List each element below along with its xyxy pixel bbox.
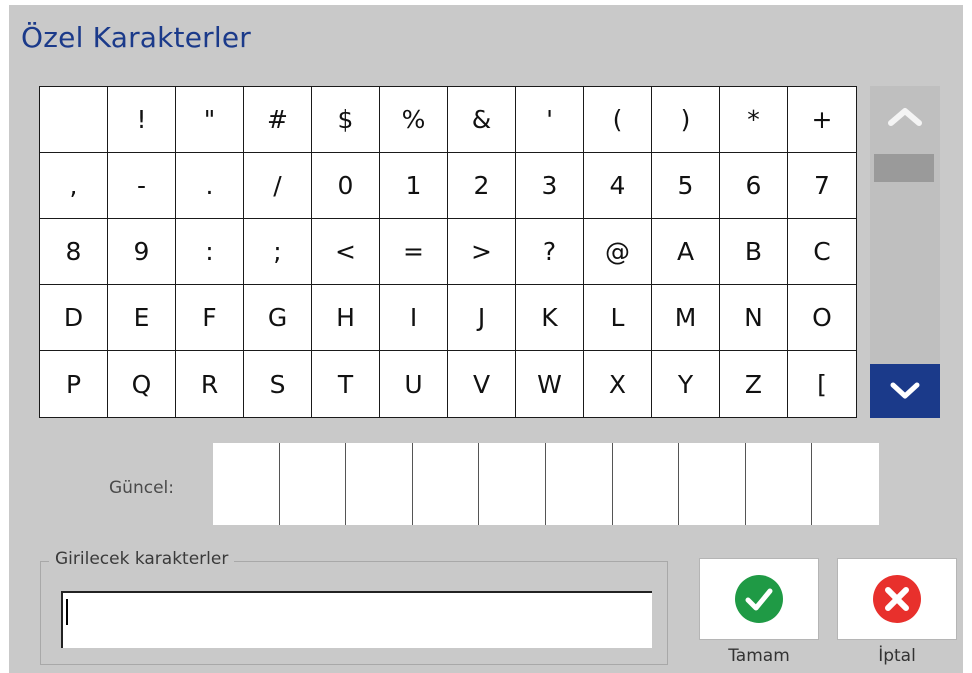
character-cell[interactable]: ! bbox=[108, 87, 176, 153]
close-icon bbox=[873, 575, 921, 623]
character-cell[interactable]: / bbox=[244, 153, 312, 219]
scroll-thumb[interactable] bbox=[874, 154, 934, 182]
character-cell[interactable]: R bbox=[176, 351, 244, 417]
character-cell[interactable]: ) bbox=[652, 87, 720, 153]
chevron-up-icon bbox=[888, 108, 922, 126]
entry-group: Girilecek karakterler bbox=[40, 549, 668, 665]
character-cell[interactable]: + bbox=[788, 87, 856, 153]
current-character-slot bbox=[746, 443, 813, 525]
character-cell[interactable]: C bbox=[788, 219, 856, 285]
character-cell[interactable]: 0 bbox=[312, 153, 380, 219]
dialog-title: Özel Karakterler bbox=[21, 21, 251, 54]
character-cell[interactable]: < bbox=[312, 219, 380, 285]
chevron-down-icon bbox=[890, 382, 920, 399]
character-cell[interactable]: A bbox=[652, 219, 720, 285]
entry-legend: Girilecek karakterler bbox=[49, 549, 235, 569]
current-character-slot bbox=[346, 443, 413, 525]
character-cell[interactable]: F bbox=[176, 285, 244, 351]
character-cell[interactable]: G bbox=[244, 285, 312, 351]
ok-button[interactable] bbox=[699, 558, 819, 640]
character-cell[interactable]: > bbox=[448, 219, 516, 285]
current-character-slot bbox=[613, 443, 680, 525]
character-cell[interactable]: N bbox=[720, 285, 788, 351]
characters-input[interactable] bbox=[61, 591, 652, 648]
cancel-button-label: İptal bbox=[878, 646, 916, 666]
current-character-slot bbox=[679, 443, 746, 525]
current-character-slot bbox=[413, 443, 480, 525]
character-cell[interactable]: V bbox=[448, 351, 516, 417]
character-cell[interactable]: W bbox=[516, 351, 584, 417]
character-cell[interactable]: ; bbox=[244, 219, 312, 285]
character-cell[interactable]: K bbox=[516, 285, 584, 351]
current-character-slot bbox=[546, 443, 613, 525]
scroll-up-button[interactable] bbox=[870, 86, 940, 146]
character-cell[interactable]: I bbox=[380, 285, 448, 351]
character-cell[interactable]: 3 bbox=[516, 153, 584, 219]
character-cell[interactable]: B bbox=[720, 219, 788, 285]
character-cell[interactable]: X bbox=[584, 351, 652, 417]
text-caret bbox=[66, 599, 68, 625]
character-cell[interactable]: S bbox=[244, 351, 312, 417]
character-cell[interactable]: = bbox=[380, 219, 448, 285]
character-cell[interactable] bbox=[40, 87, 108, 153]
character-cell[interactable]: 2 bbox=[448, 153, 516, 219]
character-cell[interactable]: M bbox=[652, 285, 720, 351]
character-cell[interactable]: P bbox=[40, 351, 108, 417]
character-cell[interactable]: U bbox=[380, 351, 448, 417]
character-cell[interactable]: $ bbox=[312, 87, 380, 153]
special-characters-dialog: Özel Karakterler ! " # $% & '() * +, -./0 1 2 3 4 5 6 7… bbox=[9, 5, 963, 673]
character-cell[interactable]: 5 bbox=[652, 153, 720, 219]
character-cell[interactable]: - bbox=[108, 153, 176, 219]
character-cell[interactable]: Q bbox=[108, 351, 176, 417]
character-cell[interactable]: 4 bbox=[584, 153, 652, 219]
current-characters bbox=[213, 443, 879, 525]
character-cell[interactable]: . bbox=[176, 153, 244, 219]
character-cell[interactable]: ( bbox=[584, 87, 652, 153]
character-cell[interactable]: @ bbox=[584, 219, 652, 285]
character-cell[interactable]: H bbox=[312, 285, 380, 351]
character-cell[interactable]: 7 bbox=[788, 153, 856, 219]
character-cell[interactable]: , bbox=[40, 153, 108, 219]
check-icon bbox=[735, 575, 783, 623]
character-grid: ! " # $% & '() * +, -./0 1 2 3 4 5 6 7 8 9:; < = >? @ A B C D E F G H… bbox=[39, 86, 857, 418]
character-cell[interactable]: O bbox=[788, 285, 856, 351]
character-cell[interactable]: & bbox=[448, 87, 516, 153]
current-character-slot bbox=[479, 443, 546, 525]
character-cell[interactable]: ? bbox=[516, 219, 584, 285]
ok-button-label: Tamam bbox=[728, 646, 790, 666]
character-cell[interactable]: J bbox=[448, 285, 516, 351]
grid-scrollbar[interactable] bbox=[870, 86, 940, 418]
character-cell[interactable]: D bbox=[40, 285, 108, 351]
character-cell[interactable]: # bbox=[244, 87, 312, 153]
character-cell[interactable]: * bbox=[720, 87, 788, 153]
character-cell[interactable]: [ bbox=[788, 351, 856, 417]
current-label: Güncel: bbox=[109, 478, 174, 498]
character-cell[interactable]: L bbox=[584, 285, 652, 351]
character-cell[interactable]: % bbox=[380, 87, 448, 153]
character-cell[interactable]: " bbox=[176, 87, 244, 153]
character-cell[interactable]: E bbox=[108, 285, 176, 351]
character-cell[interactable]: 6 bbox=[720, 153, 788, 219]
character-cell[interactable]: Z bbox=[720, 351, 788, 417]
character-cell[interactable]: 1 bbox=[380, 153, 448, 219]
character-cell[interactable]: T bbox=[312, 351, 380, 417]
current-character-slot bbox=[280, 443, 347, 525]
scroll-down-button[interactable] bbox=[870, 364, 940, 418]
character-cell[interactable]: 9 bbox=[108, 219, 176, 285]
current-character-slot bbox=[812, 443, 879, 525]
cancel-button[interactable] bbox=[837, 558, 957, 640]
current-character-slot bbox=[213, 443, 280, 525]
character-cell[interactable]: ' bbox=[516, 87, 584, 153]
character-cell[interactable]: : bbox=[176, 219, 244, 285]
character-cell[interactable]: Y bbox=[652, 351, 720, 417]
character-cell[interactable]: 8 bbox=[40, 219, 108, 285]
